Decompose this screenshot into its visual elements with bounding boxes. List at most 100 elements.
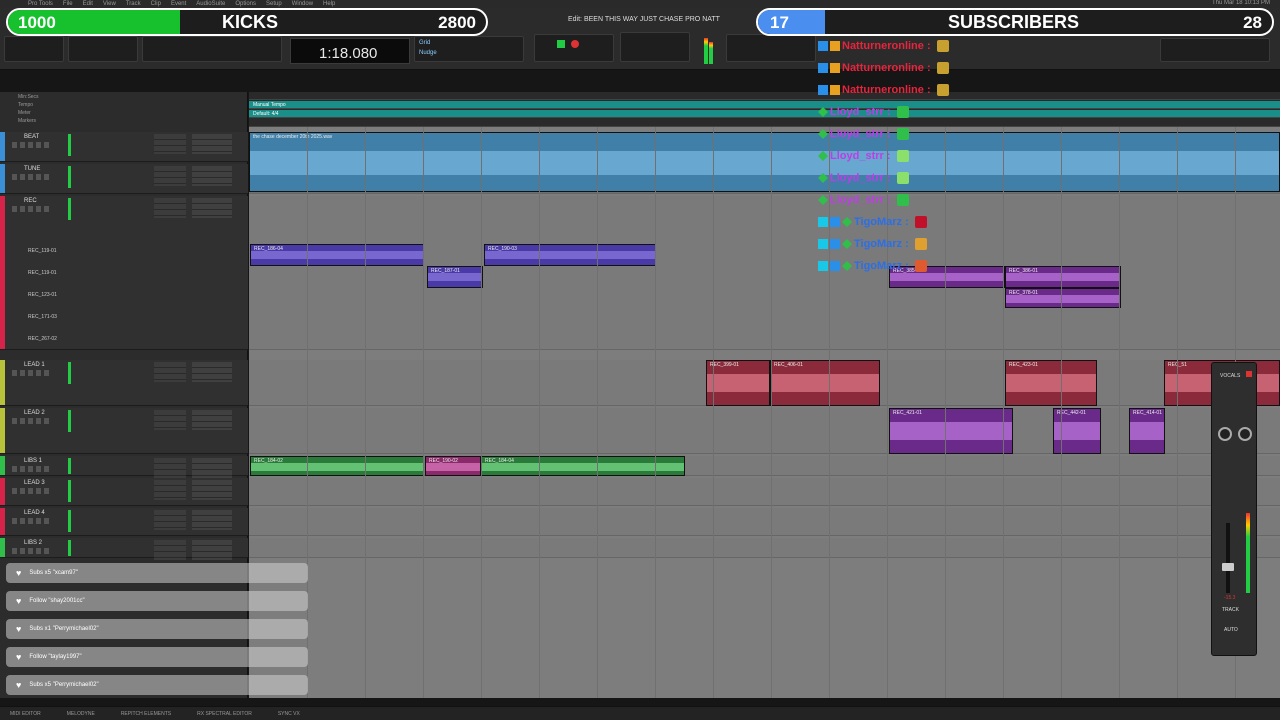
timeline-rulers[interactable]: Manual Tempo Default: 4/4 (249, 92, 1280, 127)
track-header[interactable]: BEAT (0, 132, 248, 162)
audio-clip[interactable]: REC_184-02 (250, 456, 424, 476)
timeline-lane[interactable] (249, 408, 1280, 454)
track-buttons[interactable] (12, 206, 52, 212)
track-name[interactable]: TUNE (24, 166, 40, 172)
markers-ruler[interactable] (249, 119, 1280, 127)
audio-clip[interactable]: the chase december 20th 2025.wav (249, 132, 1280, 192)
io-slots[interactable] (192, 540, 232, 560)
inserts-slots[interactable] (154, 362, 186, 382)
pan-knob-right[interactable] (1238, 427, 1252, 441)
inserts-slots[interactable] (154, 198, 186, 218)
inserts-slots[interactable] (154, 134, 186, 154)
mode-buttons[interactable] (4, 36, 64, 62)
track-buttons[interactable] (12, 418, 52, 424)
track-name[interactable]: LEAD 2 (24, 410, 45, 416)
audio-clip[interactable]: REC_414-01 (1129, 408, 1165, 454)
fader-cap[interactable] (1222, 563, 1234, 571)
timeline-lane[interactable] (249, 538, 1280, 558)
edit-tools[interactable] (68, 36, 138, 62)
audio-clip[interactable]: REC_190-03 (484, 244, 656, 266)
timeline-lane[interactable] (249, 478, 1280, 506)
io-slots[interactable] (192, 198, 232, 218)
track-name[interactable]: LEAD 4 (24, 510, 45, 516)
io-slots[interactable] (192, 480, 232, 500)
audio-clip[interactable]: REC_187-01 (427, 266, 483, 288)
io-slots[interactable] (192, 458, 232, 478)
count-off-panel[interactable] (620, 32, 690, 62)
inserts-slots[interactable] (154, 458, 186, 478)
track-buttons[interactable] (12, 518, 52, 524)
grid-nudge[interactable]: Grid Nudge (414, 36, 524, 62)
io-slots[interactable] (192, 166, 232, 186)
io-slots[interactable] (192, 410, 232, 430)
audio-clip[interactable]: REC_186-04 (250, 244, 424, 266)
track-header[interactable]: LEAD 1 (0, 360, 248, 406)
bottom-tab-4[interactable]: SYNC VX (278, 711, 300, 717)
track-name[interactable]: LEAD 1 (24, 362, 45, 368)
menu-item-11[interactable]: Help (323, 1, 335, 7)
edit-window-timeline[interactable]: Manual Tempo Default: 4/4 the chase dece… (249, 92, 1280, 698)
track-name[interactable]: LEAD 3 (24, 480, 45, 486)
inserts-slots[interactable] (154, 510, 186, 530)
zoom-presets[interactable] (1160, 38, 1270, 62)
record-icon[interactable] (571, 40, 579, 48)
track-buttons[interactable] (12, 142, 52, 148)
track-header[interactable]: LEAD 4 (0, 508, 248, 536)
bottom-tab-3[interactable]: RX SPECTRAL EDITOR (197, 711, 252, 717)
track-buttons[interactable] (12, 174, 52, 180)
inserts-slots[interactable] (154, 166, 186, 186)
strip-record-icon[interactable] (1246, 371, 1252, 377)
meter-ruler[interactable]: Default: 4/4 (249, 110, 1280, 118)
bottom-tab-0[interactable]: MIDI EDITOR (10, 711, 41, 717)
tempo-ruler[interactable]: Manual Tempo (249, 101, 1280, 109)
transport-buttons[interactable] (534, 34, 614, 62)
audio-clip[interactable]: REC_421-01 (889, 408, 1013, 454)
menu-item-2[interactable]: Edit (83, 1, 93, 7)
menu-item-7[interactable]: AudioSuite (196, 1, 225, 7)
io-slots[interactable] (192, 510, 232, 530)
track-header[interactable]: LEAD 2 (0, 408, 248, 454)
inserts-slots[interactable] (154, 540, 186, 560)
edit-tools-group[interactable] (142, 36, 282, 62)
audio-clip[interactable]: REC_386-01 (1005, 266, 1121, 288)
audio-clip[interactable]: REC_190-02 (425, 456, 481, 476)
menu-item-0[interactable]: Pro Tools (28, 1, 53, 7)
pan-knob-left[interactable] (1218, 427, 1232, 441)
audio-clip[interactable]: REC_406-01 (770, 360, 880, 406)
inserts-slots[interactable] (154, 480, 186, 500)
menu-item-1[interactable]: File (63, 1, 73, 7)
main-counter[interactable]: 1:18.080 (290, 38, 410, 64)
menu-item-3[interactable]: View (103, 1, 116, 7)
bottom-tab-2[interactable]: REPITCH ELEMENTS (121, 711, 171, 717)
track-buttons[interactable] (12, 488, 52, 494)
track-buttons[interactable] (12, 370, 52, 376)
track-buttons[interactable] (12, 548, 52, 554)
menu-item-4[interactable]: Track (126, 1, 141, 7)
menu-item-6[interactable]: Event (171, 1, 186, 7)
timeline-lane[interactable] (249, 508, 1280, 536)
io-slots[interactable] (192, 134, 232, 154)
audio-clip[interactable]: REC_423-01 (1005, 360, 1097, 406)
track-name[interactable]: LIBS 1 (24, 458, 42, 464)
track-header[interactable]: TUNE (0, 164, 248, 194)
menu-item-8[interactable]: Options (235, 1, 256, 7)
menu-item-9[interactable]: Setup (266, 1, 282, 7)
audio-clip[interactable]: REC_378-01 (1005, 288, 1121, 308)
mixer-strip[interactable]: VOCALS -15.3 TRACK AUTO (1211, 362, 1257, 656)
timeline-lane[interactable] (249, 196, 1280, 350)
inserts-slots[interactable] (154, 410, 186, 430)
menu-item-10[interactable]: Window (292, 1, 313, 7)
track-name[interactable]: REC (24, 198, 37, 204)
track-name[interactable]: LIBS 2 (24, 540, 42, 546)
volume-fader[interactable] (1226, 523, 1230, 593)
track-header[interactable]: LIBS 1 (0, 456, 248, 478)
minsecs-ruler[interactable] (249, 92, 1280, 100)
menu-item-5[interactable]: Clip (151, 1, 161, 7)
track-header[interactable]: LIBS 2 (0, 538, 248, 560)
grid-settings[interactable] (726, 34, 816, 62)
track-buttons[interactable] (12, 466, 52, 472)
bottom-tab-1[interactable]: MELODYNE (67, 711, 95, 717)
track-name[interactable]: BEAT (24, 134, 39, 140)
play-icon[interactable] (557, 40, 565, 48)
track-header[interactable]: LEAD 3 (0, 478, 248, 506)
